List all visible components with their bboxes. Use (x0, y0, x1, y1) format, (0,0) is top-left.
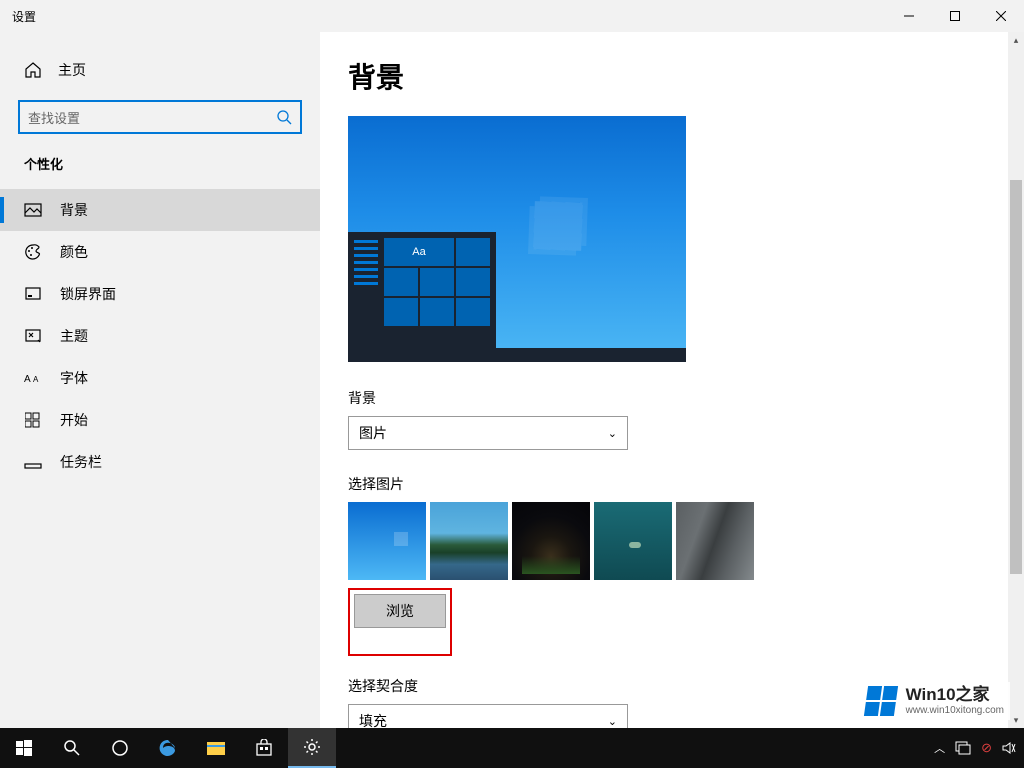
page-title: 背景 (348, 56, 996, 96)
choose-image-label: 选择图片 (348, 474, 996, 494)
windows-logo-icon (864, 686, 898, 716)
nav-label: 任务栏 (60, 452, 102, 472)
chevron-down-icon: ⌄ (608, 427, 617, 440)
nav-label: 背景 (60, 200, 88, 220)
system-tray[interactable]: ︿ ⊘ (934, 728, 1016, 768)
watermark: Win10之家 www.win10xitong.com (860, 682, 1010, 720)
lockscreen-icon (24, 285, 42, 303)
nav-themes[interactable]: 主题 (0, 315, 320, 357)
sidebar: 主页 查找设置 个性化 背景 颜色 锁屏界面 (0, 32, 320, 760)
preview-tile-aa: Aa (384, 238, 454, 266)
nav-taskbar[interactable]: 任务栏 (0, 441, 320, 483)
watermark-url: www.win10xitong.com (906, 705, 1004, 716)
nav-label: 开始 (60, 410, 88, 430)
image-thumbnails (348, 502, 996, 580)
scroll-down-icon[interactable]: ▾ (1008, 712, 1024, 728)
thumbnail[interactable] (594, 502, 672, 580)
nav-label: 主题 (60, 326, 88, 346)
search-icon (276, 109, 292, 130)
scroll-thumb[interactable] (1010, 180, 1022, 574)
browse-highlight: 浏览 (348, 588, 452, 656)
background-value: 图片 (359, 423, 387, 443)
tray-expand-icon[interactable]: ︿ (934, 740, 945, 756)
browse-button[interactable]: 浏览 (354, 594, 446, 628)
home-link[interactable]: 主页 (0, 52, 320, 88)
window-title: 设置 (12, 8, 36, 25)
nav-background[interactable]: 背景 (0, 189, 320, 231)
search-input[interactable]: 查找设置 (18, 100, 302, 134)
content: 背景 Aa 背景 图片 ⌄ 选择图片 (320, 32, 1024, 760)
nav-start[interactable]: 开始 (0, 399, 320, 441)
nav-colors[interactable]: 颜色 (0, 231, 320, 273)
background-dropdown[interactable]: 图片 ⌄ (348, 416, 628, 450)
chevron-down-icon: ⌄ (608, 715, 617, 728)
nav-lockscreen[interactable]: 锁屏界面 (0, 273, 320, 315)
network-icon[interactable] (955, 741, 971, 755)
svg-text:A: A (24, 374, 31, 385)
search-placeholder: 查找设置 (28, 108, 80, 127)
minimize-button[interactable] (886, 0, 932, 32)
taskbar-edge[interactable] (144, 728, 192, 768)
thumbnail[interactable] (676, 502, 754, 580)
picture-icon (24, 201, 42, 219)
maximize-button[interactable] (932, 0, 978, 32)
scrollbar[interactable]: ▴ ▾ (1008, 32, 1024, 728)
taskbar-settings[interactable] (288, 728, 336, 768)
fonts-icon: AA (24, 369, 42, 387)
taskbar-icon (24, 453, 42, 471)
category-label: 个性化 (0, 154, 320, 189)
start-button[interactable] (0, 728, 48, 768)
watermark-title: Win10之家 (906, 686, 1004, 705)
background-label: 背景 (348, 388, 996, 408)
thumbnail[interactable] (348, 502, 426, 580)
taskbar-store[interactable] (240, 728, 288, 768)
home-icon (24, 61, 42, 79)
nav-label: 颜色 (60, 242, 88, 262)
scroll-up-icon[interactable]: ▴ (1008, 32, 1024, 48)
nav-label: 字体 (60, 368, 88, 388)
svg-text:A: A (33, 375, 39, 384)
tray-error-icon[interactable]: ⊘ (981, 740, 992, 756)
volume-icon[interactable] (1002, 741, 1016, 755)
preview-start-menu: Aa (348, 232, 496, 348)
themes-icon (24, 327, 42, 345)
titlebar: 设置 (0, 0, 1024, 32)
palette-icon (24, 243, 42, 261)
close-button[interactable] (978, 0, 1024, 32)
taskbar-search[interactable] (48, 728, 96, 768)
nav-fonts[interactable]: AA 字体 (0, 357, 320, 399)
taskbar: ︿ ⊘ (0, 728, 1024, 768)
nav-label: 锁屏界面 (60, 284, 116, 304)
start-icon (24, 411, 42, 429)
background-preview: Aa (348, 116, 686, 362)
home-label: 主页 (58, 60, 86, 80)
taskbar-cortana[interactable] (96, 728, 144, 768)
taskbar-explorer[interactable] (192, 728, 240, 768)
thumbnail[interactable] (430, 502, 508, 580)
thumbnail[interactable] (512, 502, 590, 580)
preview-taskbar (348, 348, 686, 362)
window-controls (886, 0, 1024, 32)
